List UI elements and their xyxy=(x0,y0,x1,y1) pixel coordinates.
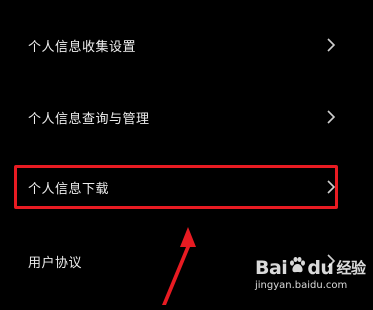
annotation-arrow-icon xyxy=(150,225,210,306)
baidu-paw-icon xyxy=(288,256,306,279)
watermark-url: jingyan.baidu.com xyxy=(255,280,348,291)
menu-item-label: 个人信息收集设置 xyxy=(28,39,137,55)
menu-item-collection-settings[interactable]: 个人信息收集设置 xyxy=(0,23,373,67)
chevron-right-icon xyxy=(325,109,337,125)
watermark-brand-suffix: 经验 xyxy=(336,258,366,277)
menu-item-label: 用户协议 xyxy=(28,255,83,271)
watermark: Bai du 经验 jingyan.baidu.com xyxy=(255,256,367,298)
highlight-box xyxy=(14,165,338,209)
watermark-logo: Bai du 经验 xyxy=(255,256,367,279)
menu-item-label: 个人信息查询与管理 xyxy=(28,111,150,127)
watermark-brand-right: du xyxy=(307,256,334,279)
watermark-brand-left: Bai xyxy=(255,256,288,279)
menu-item-query-manage[interactable]: 个人信息查询与管理 xyxy=(0,95,373,139)
chevron-right-icon xyxy=(325,37,337,53)
